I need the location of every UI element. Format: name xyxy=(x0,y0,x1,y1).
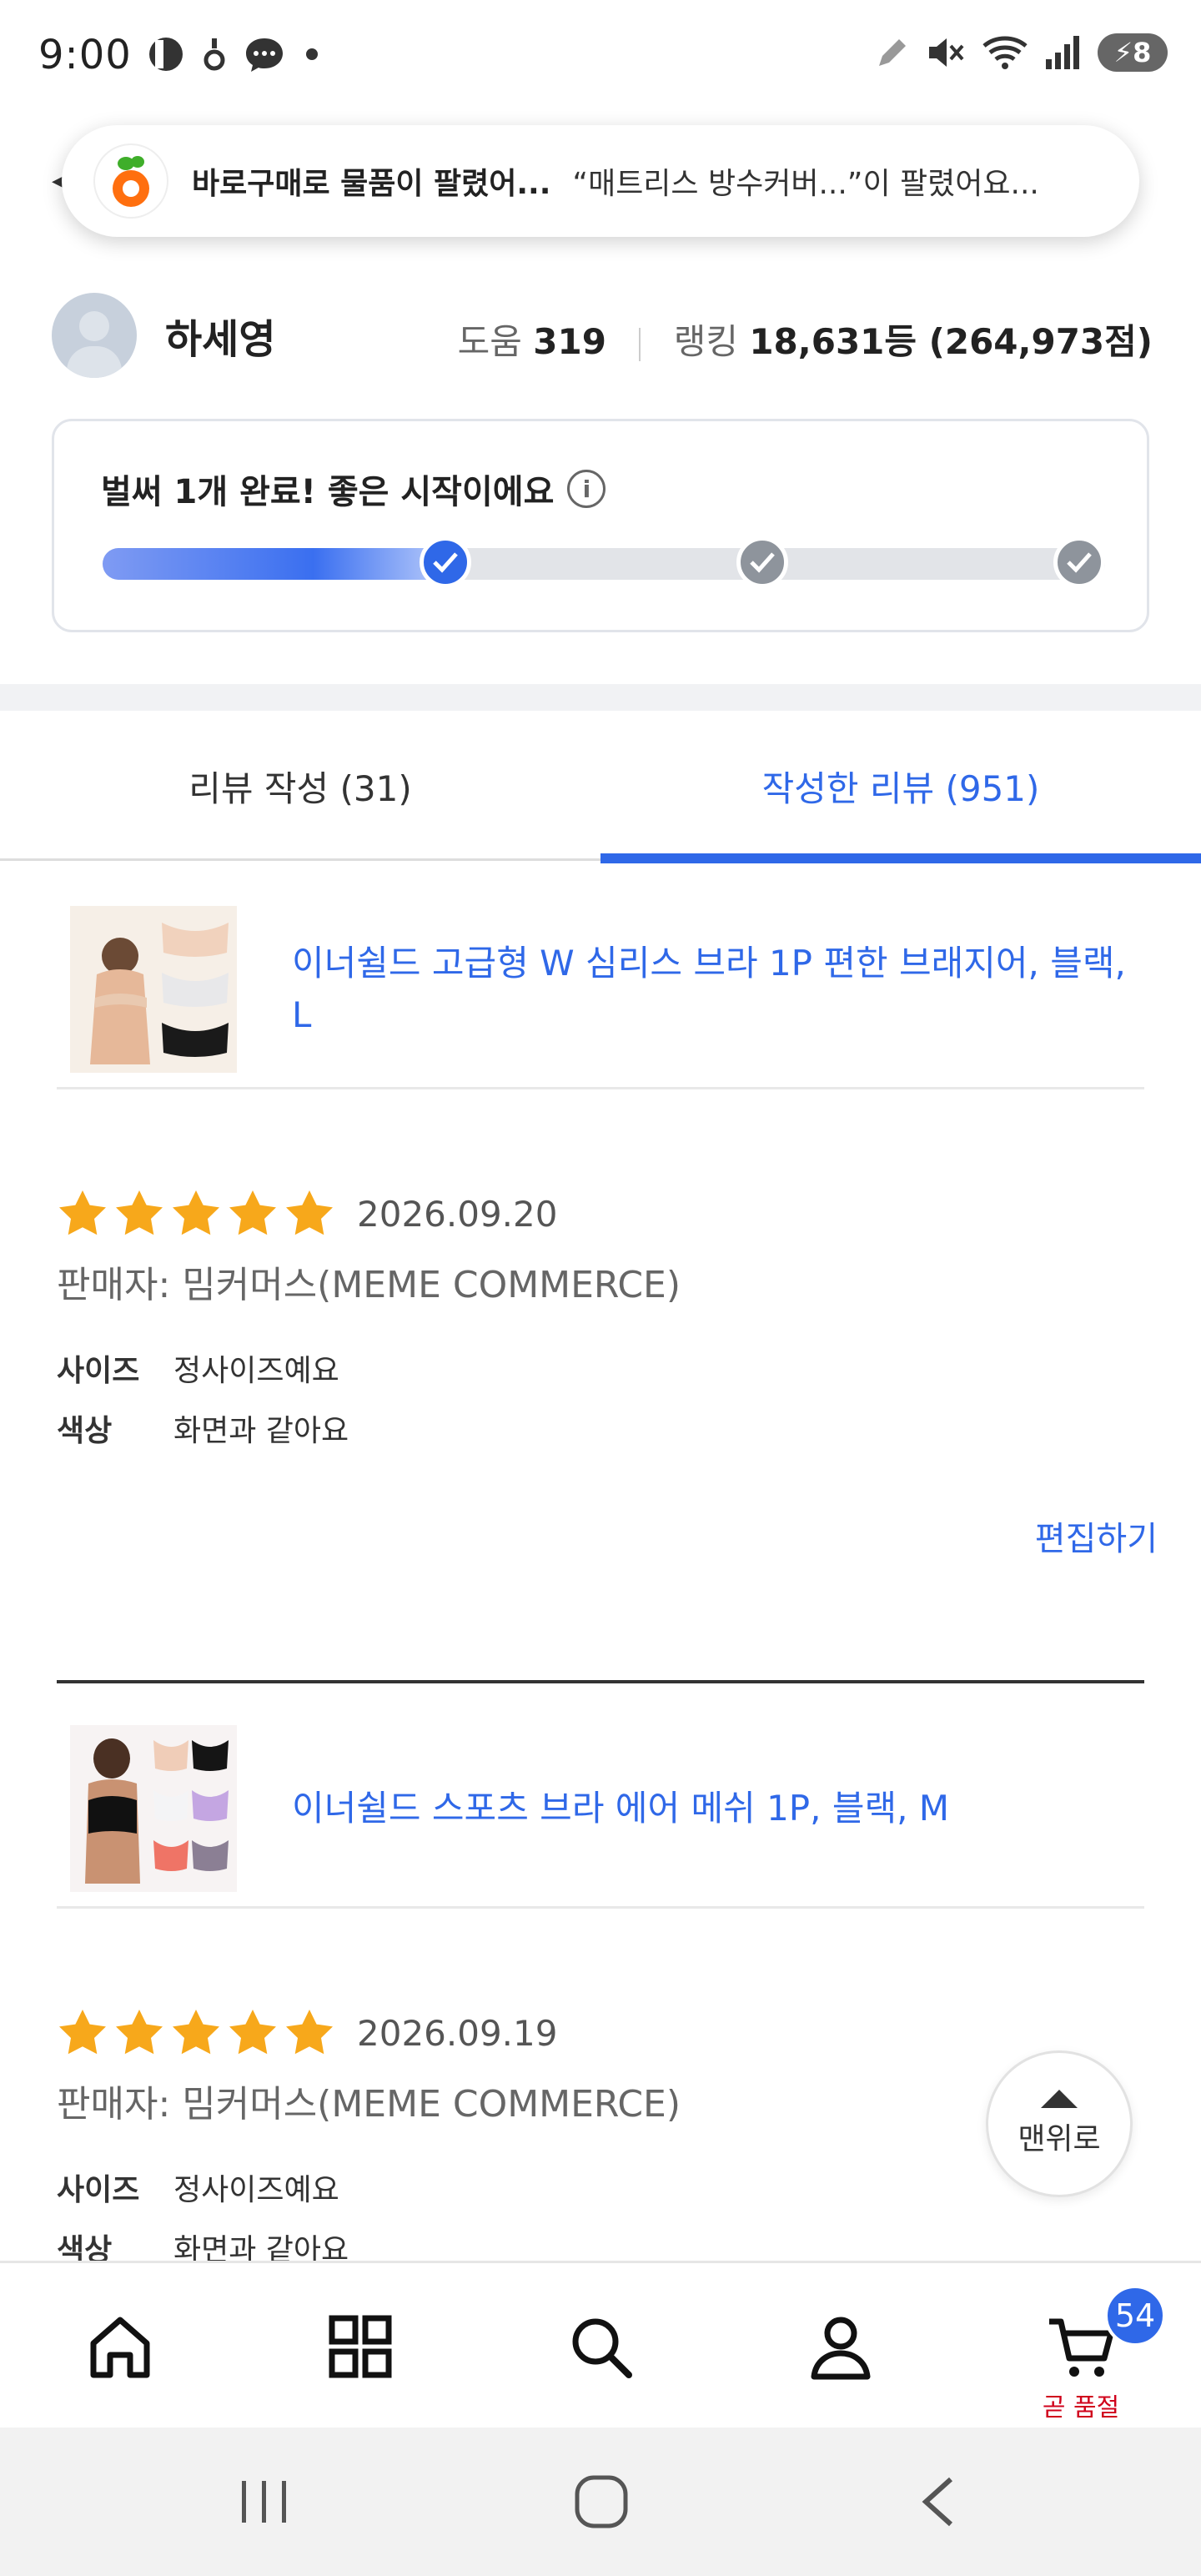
profile-header: 하세영 도움 319 랭킹 18,631등 (264,973점) xyxy=(52,292,1153,379)
notification-title: 바로구매로 물품이 팔렸어... xyxy=(192,167,551,201)
attribute-size: 사이즈 정사이즈예요 xyxy=(57,1338,1158,1398)
wifi-icon xyxy=(982,36,1028,69)
star-icon xyxy=(59,1190,106,1235)
ranking-label: 랭킹 xyxy=(673,321,738,362)
review-attributes: 사이즈 정사이즈예요 색상 화면과 같아요 xyxy=(57,1338,1158,1458)
progress-track xyxy=(103,536,1105,588)
attribute-key: 색상 xyxy=(57,1414,113,1448)
star-icon xyxy=(173,2010,219,2055)
status-left-icons xyxy=(147,35,320,73)
review-product-row[interactable]: 이너쉴드 고급형 W 심리스 브라 1P 편한 브래지어, 블랙, L xyxy=(57,891,1144,1089)
battery-level: 8 xyxy=(1133,37,1152,68)
bottom-nav: 54 곧 품절 xyxy=(0,2261,1201,2428)
review-date: 2026.09.19 xyxy=(357,2012,558,2054)
pen-icon xyxy=(879,39,906,66)
carrot-app-icon xyxy=(93,143,168,219)
tab-write-review[interactable]: 리뷰 작성 (31) xyxy=(0,711,600,861)
star-icon xyxy=(116,1190,163,1235)
mute-icon xyxy=(929,38,964,67)
back-button-icon[interactable] xyxy=(914,2474,964,2529)
cart-count-badge: 54 xyxy=(1104,2285,1166,2347)
cart-soldout-note: 곧 품절 xyxy=(1042,2393,1120,2423)
home-button-icon[interactable] xyxy=(572,2473,631,2531)
section-gap xyxy=(0,684,1201,711)
chat-bubble-icon xyxy=(246,38,283,72)
nav-category[interactable] xyxy=(240,2263,480,2430)
bixby-icon xyxy=(149,38,183,71)
notification-body: “매트리스 방수커버...”이 팔렸어요... xyxy=(572,167,1039,201)
product-title-link[interactable]: 이너쉴드 스포츠 브라 에어 메쉬 1P, 블랙, M xyxy=(292,1783,1143,1834)
review-attributes: 사이즈 정사이즈예요 색상 화면과 같아요 xyxy=(57,2157,1158,2277)
star-icon xyxy=(286,1190,333,1235)
attribute-color: 색상 화면과 같아요 xyxy=(57,1398,1158,1458)
info-icon-glyph: i xyxy=(582,475,591,503)
attribute-key: 사이즈 xyxy=(57,1354,140,1388)
home-icon xyxy=(90,2317,150,2378)
dot-icon xyxy=(306,48,318,60)
info-icon[interactable]: i xyxy=(567,470,606,508)
status-bar: 9:00 ⚡ 8 xyxy=(0,0,1201,113)
notification-toast[interactable]: 바로구매로 물품이 팔렸어... “매트리스 방수커버...”이 팔렸어요... xyxy=(62,125,1139,237)
stats-divider xyxy=(639,327,641,361)
nav-home[interactable] xyxy=(0,2263,240,2430)
step-1-check-icon xyxy=(420,536,471,588)
product-image xyxy=(70,1724,237,1892)
star-rating xyxy=(57,2007,340,2059)
scroll-to-top-button[interactable]: 맨위로 xyxy=(986,2050,1133,2197)
rating-row: 2026.09.20 xyxy=(57,1185,1158,1243)
tab-written-reviews[interactable]: 작성한 리뷰 (951) xyxy=(600,711,1201,863)
attribute-value: 정사이즈예요 xyxy=(173,1354,339,1388)
rating-row: 2026.09.19 xyxy=(57,2004,1158,2062)
product-image xyxy=(70,905,237,1073)
star-icon xyxy=(173,1190,219,1235)
attribute-size: 사이즈 정사이즈예요 xyxy=(57,2157,1158,2217)
review-item: 2026.09.20 판매자: 밈커머스(MEME COMMERCE) 사이즈 … xyxy=(57,1185,1158,1558)
signal-icon xyxy=(1046,36,1079,69)
ring-icon xyxy=(204,38,225,71)
avatar[interactable] xyxy=(52,293,137,378)
status-time: 9:00 xyxy=(38,32,132,78)
edit-review-button[interactable]: 편집하기 xyxy=(1035,1512,1158,1560)
product-title-link[interactable]: 이너쉴드 고급형 W 심리스 브라 1P 편한 브래지어, 블랙, L xyxy=(292,938,1143,1041)
review-product-row[interactable]: 이너쉴드 스포츠 브라 에어 메쉬 1P, 블랙, M xyxy=(57,1710,1144,1909)
progress-title: 벌써 1개 완료! 좋은 시작이에요 i xyxy=(101,465,606,513)
up-arrow-icon xyxy=(1041,2090,1078,2108)
progress-card: 벌써 1개 완료! 좋은 시작이에요 i xyxy=(52,419,1149,632)
status-right-icons: ⚡ 8 xyxy=(874,33,1168,72)
attribute-value: 정사이즈예요 xyxy=(173,2173,339,2207)
review-tabs: 리뷰 작성 (31) 작성한 리뷰 (951) xyxy=(0,711,1201,863)
system-navigation-bar xyxy=(0,2428,1201,2576)
scroll-to-top-label: 맨위로 xyxy=(1018,2122,1101,2156)
review-date: 2026.09.20 xyxy=(357,1193,558,1235)
help-label: 도움 xyxy=(457,321,522,362)
star-rating xyxy=(57,1188,340,1240)
recent-apps-icon[interactable] xyxy=(235,2474,294,2529)
nav-cart[interactable]: 54 곧 품절 xyxy=(961,2263,1201,2430)
star-icon xyxy=(59,2010,106,2055)
star-icon xyxy=(229,1190,276,1235)
profile-name: 하세영 xyxy=(165,316,276,363)
profile-stats: 도움 319 랭킹 18,631등 (264,973점) xyxy=(458,314,1153,365)
star-icon xyxy=(229,2010,276,2055)
star-icon xyxy=(116,2010,163,2055)
attribute-value: 화면과 같아요 xyxy=(173,1414,349,1448)
star-icon xyxy=(286,2010,333,2055)
nav-my-account[interactable] xyxy=(721,2263,961,2430)
my-account-icon xyxy=(811,2317,871,2380)
battery-icon: ⚡ 8 xyxy=(1098,33,1168,72)
progress-title-text: 벌써 1개 완료! 좋은 시작이에요 xyxy=(101,473,555,511)
nav-search[interactable] xyxy=(480,2263,721,2430)
search-icon xyxy=(572,2318,632,2378)
progress-fill xyxy=(103,548,454,580)
ranking-value: 18,631등 (264,973점) xyxy=(749,321,1153,362)
attribute-key: 사이즈 xyxy=(57,2173,140,2207)
step-3-check-icon xyxy=(1053,536,1105,588)
help-value: 319 xyxy=(533,321,606,362)
review-divider xyxy=(57,1680,1144,1683)
seller-name: 판매자: 밈커머스(MEME COMMERCE) xyxy=(57,1264,681,1306)
step-2-check-icon xyxy=(736,536,788,588)
category-grid-icon xyxy=(329,2315,392,2378)
